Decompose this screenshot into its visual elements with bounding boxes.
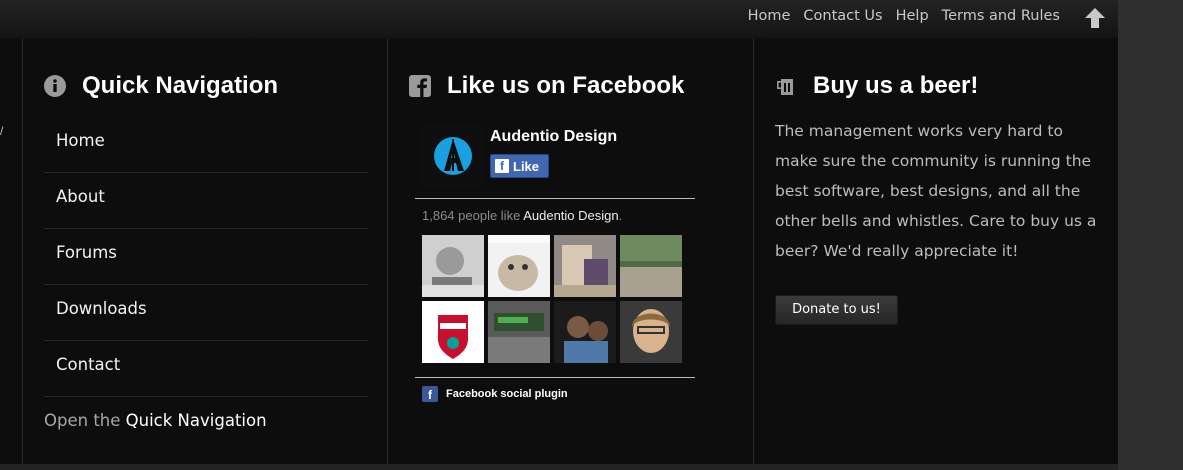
facebook-heading: Like us on Facebook [409,72,684,100]
facebook-page-header: Audentio Design f Like [415,124,695,190]
quick-navigation-column: Quick Navigation Home About Forums Downl… [23,38,388,464]
top-link-contact-us[interactable]: Contact Us [803,8,882,24]
beer-title: Buy us a beer! [813,72,979,99]
top-link-terms[interactable]: Terms and Rules [942,8,1060,24]
facebook-divider-bottom [415,377,695,378]
facebook-small-icon: f [422,386,438,402]
top-bar: Home Contact Us Help Terms and Rules [0,0,1118,39]
nav-item-home[interactable]: Home [44,117,368,173]
open-quick-navigation-link[interactable]: Quick Navigation [126,411,267,430]
fan-avatar[interactable] [620,301,682,363]
quick-navigation-heading: Quick Navigation [44,72,278,100]
beer-column: Buy us a beer! The management works very… [755,38,1118,464]
quick-navigation-list: Home About Forums Downloads Contact [44,117,368,397]
fan-avatar[interactable] [488,301,550,363]
page-background-right [1118,0,1183,470]
fan-avatar[interactable] [488,235,550,297]
facebook-plugin-label: Facebook social plugin [446,388,568,400]
facebook-divider-top [415,198,695,199]
fan-avatar[interactable] [422,301,484,363]
edge-mark: / [0,124,4,138]
facebook-count-page[interactable]: Audentio Design [523,208,618,223]
top-link-help[interactable]: Help [896,8,929,24]
nav-item-forums[interactable]: Forums [44,229,368,285]
open-quick-navigation-prefix: Open the [44,411,121,430]
facebook-count-suffix: . [618,208,623,223]
facebook-icon [409,75,431,97]
facebook-page-name[interactable]: Audentio Design [490,128,617,146]
fan-avatar[interactable] [620,235,682,297]
fan-avatar[interactable] [422,235,484,297]
facebook-social-plugin[interactable]: f Facebook social plugin [422,386,568,402]
facebook-count-text: 1,864 people like [422,208,521,223]
audentio-logo[interactable] [422,125,484,187]
fan-avatar[interactable] [554,235,616,297]
facebook-like-count: 1,864 people like Audentio Design. [422,208,622,223]
fan-avatar[interactable] [554,301,616,363]
top-link-home[interactable]: Home [748,8,791,24]
beer-icon [777,79,793,95]
facebook-like-button[interactable]: f Like [490,154,549,178]
info-icon [44,75,66,97]
beer-heading: Buy us a beer! [775,72,978,100]
arrow-up-icon[interactable] [1083,6,1107,30]
nav-item-contact[interactable]: Contact [44,341,368,397]
facebook-f-icon: f [495,159,509,173]
facebook-widget: Audentio Design f Like 1,864 people like… [415,124,695,402]
top-navigation: Home Contact Us Help Terms and Rules [748,8,1060,24]
nav-item-about[interactable]: About [44,173,368,229]
quick-navigation-title: Quick Navigation [82,72,279,99]
facebook-like-label: Like [513,158,540,174]
beer-description: The management works very hard to make s… [775,122,1097,260]
open-quick-navigation: Open the Quick Navigation [44,411,267,430]
donate-button[interactable]: Donate to us! [775,295,898,325]
nav-item-downloads[interactable]: Downloads [44,285,368,341]
footer-bottom-edge [0,464,1118,470]
facebook-title: Like us on Facebook [447,72,685,99]
facebook-column: Like us on Facebook Audentio Design f Li… [389,38,754,464]
left-edge-column: / [0,38,23,464]
